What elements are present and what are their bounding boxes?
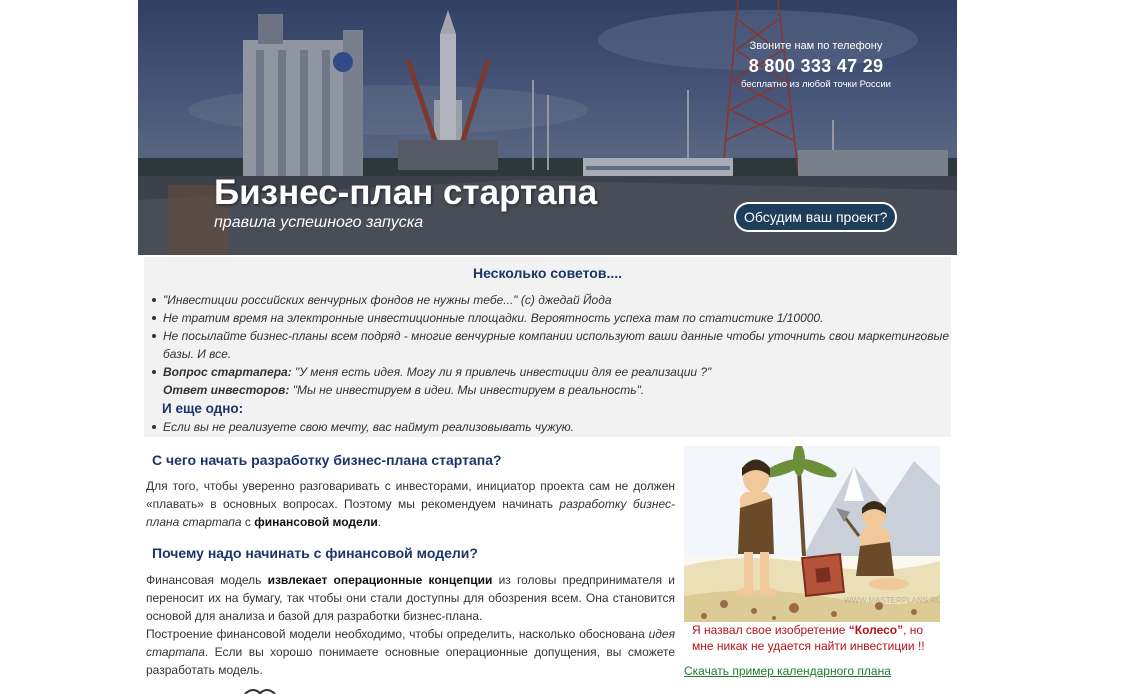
discuss-project-button[interactable]: Обсудим ваш проект? [734, 202, 898, 232]
tip-item: Не посылайте бизнес-планы всем подряд - … [152, 329, 949, 361]
section-paragraph-start: Для того, чтобы уверенно разговаривать с… [146, 477, 675, 531]
section-paragraph-why-2: Построение финансовой модели необходимо,… [146, 625, 675, 679]
text-span: Финансовая модель [146, 573, 268, 587]
text-span: Построение финансовой модели необходимо,… [146, 627, 649, 641]
cutoff-icon [244, 689, 276, 694]
cartoon-image: WWW.MASTERPLANS.RU Я назвал свое изобрет… [684, 446, 940, 660]
cartoon-caption: Я назвал свое изобретение “Колесо”, но м… [692, 622, 940, 654]
text-span: с [241, 515, 255, 529]
tips-subheading: И еще одно: [162, 401, 244, 416]
tips-heading: Несколько советов.... [472, 265, 623, 281]
tip-answer: Ответ инвесторов: "Мы не инвестируем в и… [163, 381, 949, 399]
question-text: "У меня есть идея. Могу ли я привлечь ин… [291, 365, 712, 379]
page-title: Бизнес-план стартапа [214, 173, 598, 212]
download-calendar-plan-link[interactable]: Скачать пример календарного плана [684, 663, 891, 679]
answer-text: "Мы не инвестируем в идеи. Мы инвестируе… [289, 383, 645, 397]
caption-bold: “Колесо” [848, 623, 904, 637]
answer-label: Ответ инвесторов: [163, 383, 290, 397]
text-bold: финансовой модели [254, 515, 378, 529]
tip-item: Не тратим время на электронные инвестици… [152, 309, 949, 327]
phone-note: бесплатно из любой точки России [741, 79, 891, 90]
section-heading-why: Почему надо начинать с финансовой модели… [152, 545, 478, 561]
page-wrapper: Звоните нам по телефону 8 800 333 47 29 … [138, 0, 957, 694]
text-span: . [377, 515, 382, 529]
tip-item: "Инвестиции российских венчурных фондов … [152, 291, 949, 309]
cartoon-watermark: WWW.MASTERPLANS.RU [844, 596, 940, 605]
question-label: Вопрос стартапера: [163, 365, 292, 379]
text-bold: извлекает операционные концепции [267, 573, 493, 587]
phone-caption: Звоните нам по телефону [749, 40, 883, 52]
tips-list-extra: Если вы не реализуете свою мечту, вас на… [144, 418, 949, 436]
hero-banner: Звоните нам по телефону 8 800 333 47 29 … [138, 0, 957, 255]
page-subtitle: правила успешного запуска [214, 214, 424, 231]
text-span: . Если вы хорошо понимаете основные опер… [146, 645, 675, 677]
section-paragraph-why-1: Финансовая модель извлекает операционные… [146, 571, 675, 625]
phone-contact-block: Звоните нам по телефону 8 800 333 47 29 … [716, 40, 916, 91]
tip-question: Вопрос стартапера: "У меня есть идея. Мо… [152, 363, 949, 381]
tips-box: Несколько советов.... "Инвестиции россий… [144, 257, 951, 437]
tip-item: Если вы не реализуете свою мечту, вас на… [152, 418, 949, 436]
phone-number[interactable]: 8 800 333 47 29 [716, 53, 916, 79]
tips-list: "Инвестиции российских венчурных фондов … [144, 291, 949, 399]
section-heading-start: С чего начать разработку бизнес-плана ст… [152, 452, 502, 468]
caption-text: Я назвал свое изобретение [692, 623, 849, 637]
